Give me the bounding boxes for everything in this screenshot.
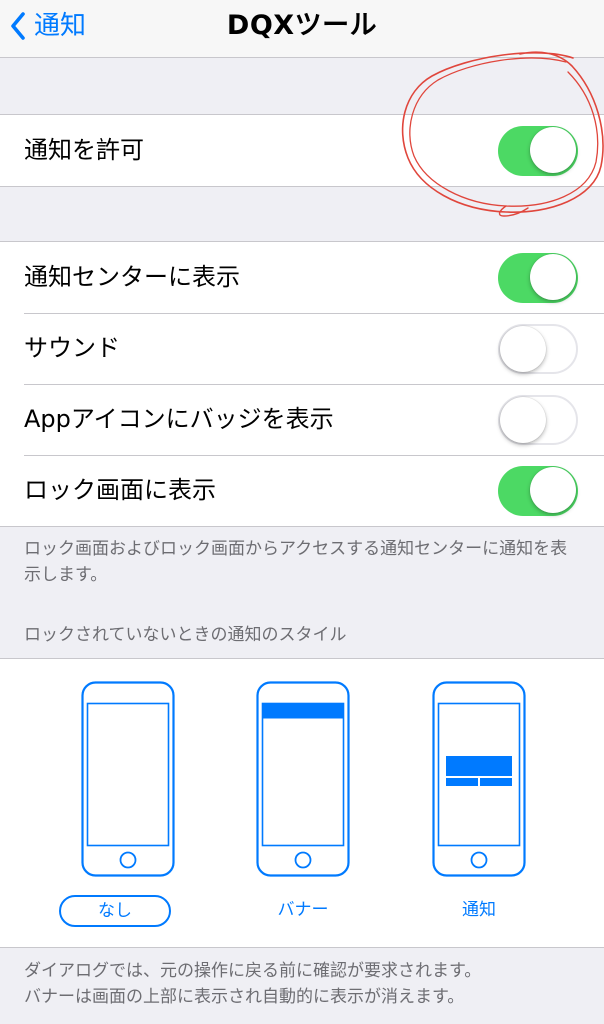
switch-knob [500, 326, 546, 372]
allow-notifications-group: 通知を許可 [0, 114, 604, 187]
notification-center-switch[interactable] [498, 253, 578, 303]
switch-knob [530, 254, 576, 300]
style-option-banner-label: バナー [277, 900, 329, 920]
phone-alert-icon [432, 681, 526, 877]
phone-none-icon [81, 681, 175, 877]
style-footer-line-2: バナーは画面の上部に表示され自動的に表示が消えます。 [24, 987, 465, 1007]
switch-knob [500, 397, 546, 443]
notification-settings-group: 通知センターに表示 サウンド Appアイコンにバッジを表示 ロック画面に表示 [0, 241, 604, 527]
settings-row-notification-center: 通知センターに表示 [0, 242, 604, 313]
switch-knob [530, 127, 576, 173]
style-option-none[interactable]: なし [59, 681, 188, 931]
settings-row-badge: Appアイコンにバッジを表示 [0, 384, 604, 455]
lock-screen-switch[interactable] [498, 466, 578, 516]
allow-notifications-row: 通知を許可 [0, 115, 604, 186]
style-section-header: ロックされていないときの通知のスタイル [24, 625, 347, 645]
page-title: DQXツール [226, 10, 378, 41]
navigation-bar: 通知 DQXツール [0, 0, 604, 58]
lock-screen-footer-note: ロック画面およびロック画面からアクセスする通知センターに通知を表示します。 [24, 539, 568, 585]
badge-switch[interactable] [498, 395, 578, 445]
alert-style-selector: なし バナー 通知 [0, 658, 604, 948]
style-option-banner[interactable]: バナー [243, 681, 363, 931]
lock-screen-label: ロック画面に表示 [24, 476, 216, 504]
style-option-alert-label: 通知 [462, 900, 496, 920]
phone-banner-icon [256, 681, 350, 877]
notification-center-label: 通知センターに表示 [24, 263, 240, 291]
style-footer-line-1: ダイアログでは、元の操作に戻る前に確認が要求されます。 [24, 961, 482, 981]
style-option-none-label: なし [59, 895, 171, 927]
settings-row-lock-screen: ロック画面に表示 [0, 455, 604, 526]
badge-label: Appアイコンにバッジを表示 [24, 405, 334, 433]
style-option-alert[interactable]: 通知 [419, 681, 539, 931]
switch-knob [530, 467, 576, 513]
style-footer-note: ダイアログでは、元の操作に戻る前に確認が要求されます。 バナーは画面の上部に表示… [24, 958, 584, 1010]
allow-notifications-switch[interactable] [498, 126, 578, 176]
settings-row-sound: サウンド [0, 313, 604, 384]
allow-notifications-label: 通知を許可 [24, 136, 144, 164]
sound-label: サウンド [24, 334, 120, 362]
sound-switch[interactable] [498, 324, 578, 374]
